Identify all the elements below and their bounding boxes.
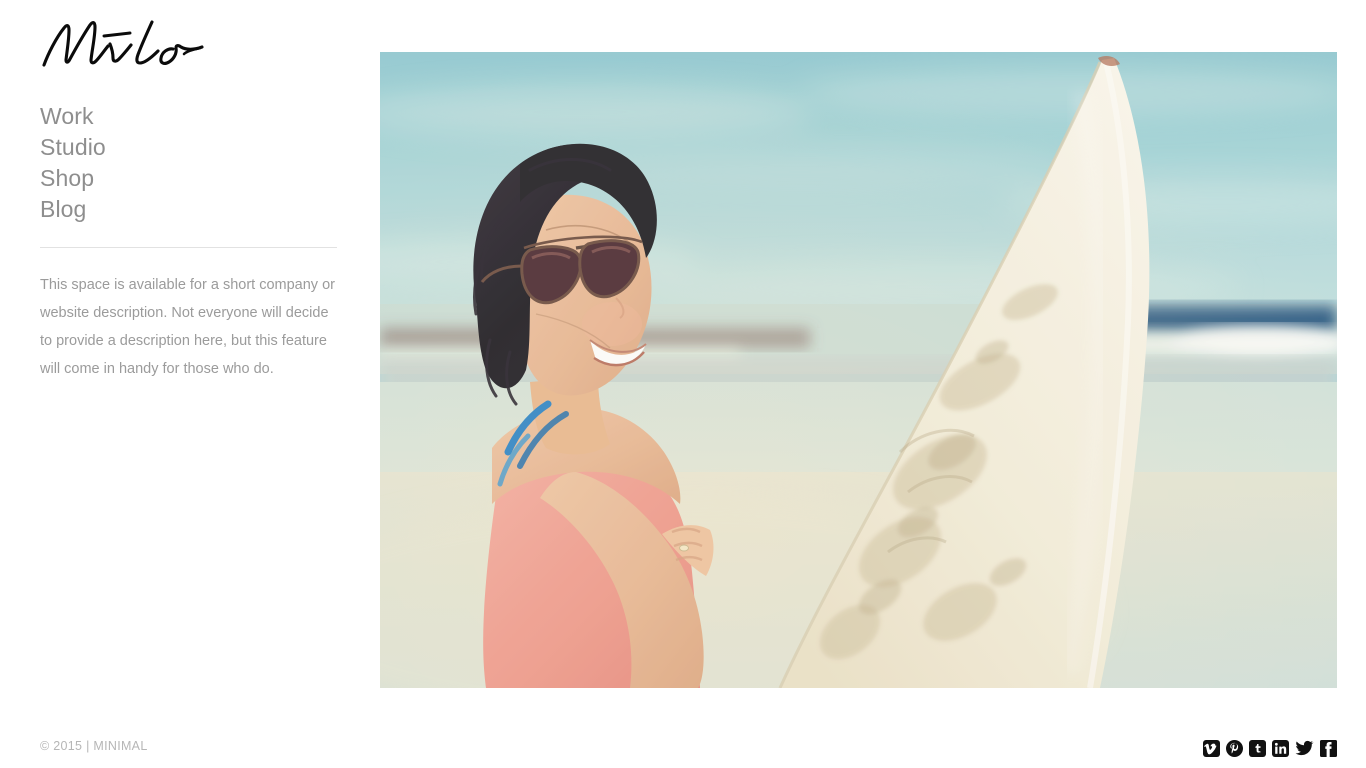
- nav-item-blog[interactable]: Blog: [40, 194, 106, 225]
- social-link-pinterest[interactable]: [1226, 740, 1243, 757]
- twitter-icon: [1295, 740, 1314, 756]
- site-logo[interactable]: Milo: [40, 14, 240, 76]
- hero-photo-illustration: [380, 52, 1337, 688]
- social-link-linkedin[interactable]: [1272, 740, 1289, 757]
- page-root: Milo Work Studio: [0, 0, 1366, 768]
- main-navigation: Work Studio Shop Blog: [40, 101, 106, 225]
- linkedin-icon: [1272, 740, 1289, 757]
- social-link-vimeo[interactable]: [1203, 740, 1220, 757]
- tumblr-icon: [1249, 740, 1266, 757]
- vimeo-icon: [1203, 740, 1220, 757]
- nav-item-shop[interactable]: Shop: [40, 163, 106, 194]
- hero-photo: [380, 52, 1337, 688]
- social-links: [1203, 740, 1337, 757]
- sidebar: Milo Work Studio: [40, 0, 340, 768]
- sidebar-divider: [40, 247, 337, 248]
- social-link-twitter[interactable]: [1295, 740, 1314, 757]
- social-link-tumblr[interactable]: [1249, 740, 1266, 757]
- about-description: This space is available for a short comp…: [40, 277, 335, 377]
- signature-script-logo: [42, 20, 204, 67]
- nav-item-work[interactable]: Work: [40, 101, 106, 132]
- pinterest-icon: [1226, 740, 1243, 757]
- social-link-facebook[interactable]: [1320, 740, 1337, 757]
- footer-copyright: © 2015 | MINIMAL: [40, 739, 148, 753]
- nav-item-studio[interactable]: Studio: [40, 132, 106, 163]
- facebook-icon: [1320, 740, 1337, 757]
